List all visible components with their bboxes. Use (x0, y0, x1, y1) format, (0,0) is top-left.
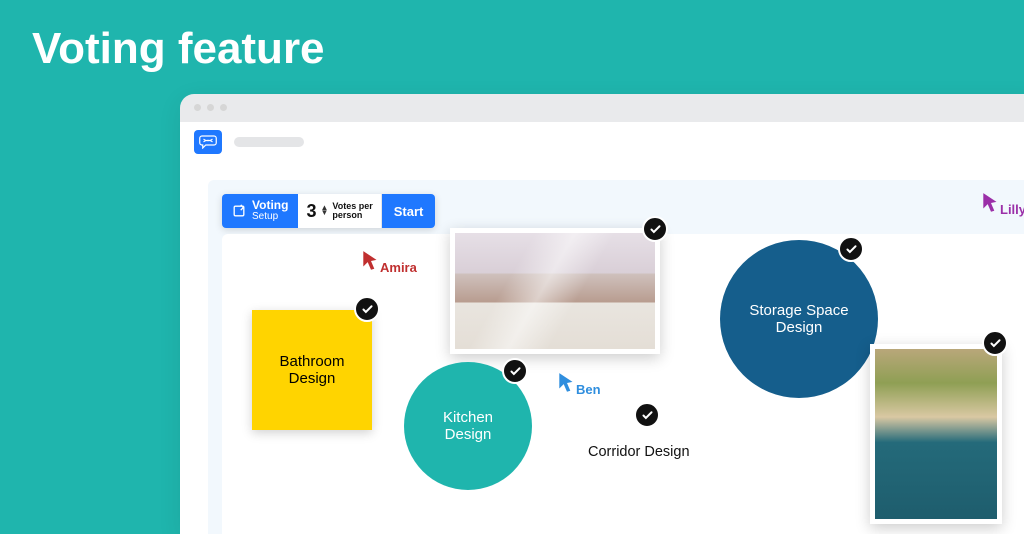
canvas-area: Voting Setup 3 ▲▼ Votes per person Start (208, 180, 1024, 534)
app-topbar (180, 122, 1024, 162)
cursor-name: Ben (576, 382, 601, 397)
votes-per-person-stepper[interactable]: 3 ▲▼ Votes per person (298, 194, 381, 228)
traffic-dot (220, 104, 227, 111)
check-icon (649, 223, 662, 236)
app-frame: Voting Setup 3 ▲▼ Votes per person Start (180, 122, 1024, 534)
vote-badge[interactable] (634, 402, 660, 428)
user-cursor-ben: Ben (558, 372, 576, 397)
cursor-name: Lilly (1000, 202, 1024, 217)
check-icon (641, 409, 654, 422)
stepper-arrows-icon: ▲▼ (320, 206, 328, 216)
vote-badge[interactable] (642, 216, 668, 242)
whiteboard-canvas[interactable]: Amira Bathroom Design Kitchen Design (222, 234, 1024, 534)
user-cursor-lilly: Lilly (982, 192, 1000, 217)
voting-mode-button[interactable]: Voting Setup (222, 194, 298, 228)
sticky-label: Bathroom Design (262, 353, 362, 387)
circle-label: Kitchen Design (418, 409, 518, 443)
traffic-dot (194, 104, 201, 111)
circle-label: Storage Space Design (734, 302, 864, 336)
image-card-livingroom[interactable] (870, 344, 1002, 524)
check-icon (845, 243, 858, 256)
window-controls (194, 104, 227, 111)
user-cursor-amira: Amira (362, 250, 380, 275)
sticky-note-bathroom[interactable]: Bathroom Design (252, 310, 372, 430)
start-button[interactable]: Start (382, 194, 436, 228)
vote-badge[interactable] (838, 236, 864, 262)
votes-per-line2: person (332, 211, 372, 220)
voting-icon (232, 204, 246, 218)
app-logo-icon (194, 130, 222, 154)
vote-badge[interactable] (502, 358, 528, 384)
board-title-placeholder (234, 137, 304, 147)
check-icon (509, 365, 522, 378)
cursor-icon (982, 192, 1000, 214)
vote-badge[interactable] (982, 330, 1008, 356)
browser-window: Voting Setup 3 ▲▼ Votes per person Start (180, 94, 1024, 534)
circle-storage[interactable]: Storage Space Design (720, 240, 878, 398)
page-title: Voting feature (32, 24, 325, 74)
voting-sublabel: Setup (252, 212, 288, 223)
vote-badge[interactable] (354, 296, 380, 322)
traffic-dot (207, 104, 214, 111)
check-icon (361, 303, 374, 316)
text-label: Corridor Design (588, 444, 690, 460)
voting-toolbar: Voting Setup 3 ▲▼ Votes per person Start (222, 194, 435, 228)
image-card-bedroom[interactable] (450, 228, 660, 354)
check-icon (989, 337, 1002, 350)
votes-count-value: 3 (306, 201, 316, 222)
cursor-icon (362, 250, 380, 272)
cursor-icon (558, 372, 576, 394)
cursor-name: Amira (380, 260, 417, 275)
text-node-corridor[interactable]: Corridor Design (588, 444, 690, 460)
